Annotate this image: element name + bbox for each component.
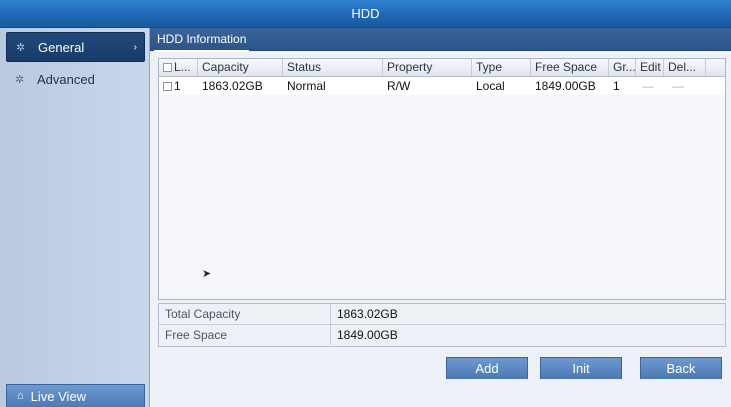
hdd-table: L... Capacity Status Property Type Free … — [158, 58, 726, 300]
mouse-cursor-icon: ➤ — [202, 268, 212, 280]
row-label-cell: 1 — [159, 77, 198, 95]
column-header-delete[interactable]: Del... — [664, 59, 706, 76]
column-header-edit[interactable]: Edit — [636, 59, 664, 76]
add-button[interactable]: Add — [446, 357, 528, 379]
free-space-cell: 1849.00GB — [535, 79, 596, 93]
column-header-status[interactable]: Status — [283, 59, 383, 76]
select-all-checkbox[interactable] — [163, 63, 172, 73]
column-header-label[interactable]: L... — [159, 59, 198, 76]
sidebar-item-label: General — [38, 39, 85, 55]
sidebar-item-advanced[interactable]: ✲ Advanced — [6, 65, 143, 93]
tab-bar: HDD Information — [150, 28, 731, 52]
delete-button[interactable]: — — [664, 77, 706, 95]
status-cell: Normal — [287, 79, 326, 93]
live-view-label: Live View — [30, 388, 87, 404]
sidebar-item-general[interactable]: ✲ General › — [6, 32, 145, 62]
init-button[interactable]: Init — [540, 357, 622, 379]
column-header-capacity[interactable]: Capacity — [198, 59, 283, 76]
gear-icon: ✲ — [16, 41, 26, 54]
edit-button[interactable]: — — [636, 77, 664, 95]
total-capacity-row: Total Capacity 1863.02GB — [159, 304, 725, 325]
main-panel: HDD Information L... Capacity Status Pro… — [150, 28, 731, 407]
property-cell: R/W — [387, 79, 411, 93]
sidebar-item-label: Advanced — [37, 71, 95, 87]
home-icon: ⌂ — [17, 390, 24, 402]
column-header-group[interactable]: Gr... — [609, 59, 636, 76]
table-header: L... Capacity Status Property Type Free … — [159, 59, 725, 77]
total-capacity-label: Total Capacity — [159, 304, 331, 324]
sidebar: ✲ General › ✲ Advanced ⌂ Live View — [0, 28, 150, 407]
total-capacity-value: 1863.02GB — [337, 307, 398, 321]
table-row[interactable]: 1 1863.02GB Normal R/W Local 1849.00GB 1… — [159, 77, 725, 95]
capacity-summary: Total Capacity 1863.02GB Free Space 1849… — [158, 303, 726, 347]
free-space-value: 1849.00GB — [337, 328, 398, 342]
column-header-type[interactable]: Type — [472, 59, 531, 76]
gear-icon: ✲ — [15, 73, 25, 86]
group-cell: 1 — [613, 79, 620, 93]
column-header-property[interactable]: Property — [383, 59, 472, 76]
back-button[interactable]: Back — [640, 357, 722, 379]
row-checkbox[interactable] — [163, 82, 172, 92]
column-header-free-space[interactable]: Free Space — [531, 59, 609, 76]
chevron-right-icon: › — [133, 41, 137, 53]
window-title: HDD — [0, 0, 731, 28]
free-space-label: Free Space — [159, 325, 331, 345]
type-cell: Local — [476, 79, 505, 93]
tab-hdd-information[interactable]: HDD Information — [154, 30, 250, 52]
live-view-button[interactable]: ⌂ Live View — [6, 384, 145, 407]
free-space-row: Free Space 1849.00GB — [159, 325, 725, 345]
capacity-cell: 1863.02GB — [202, 79, 263, 93]
